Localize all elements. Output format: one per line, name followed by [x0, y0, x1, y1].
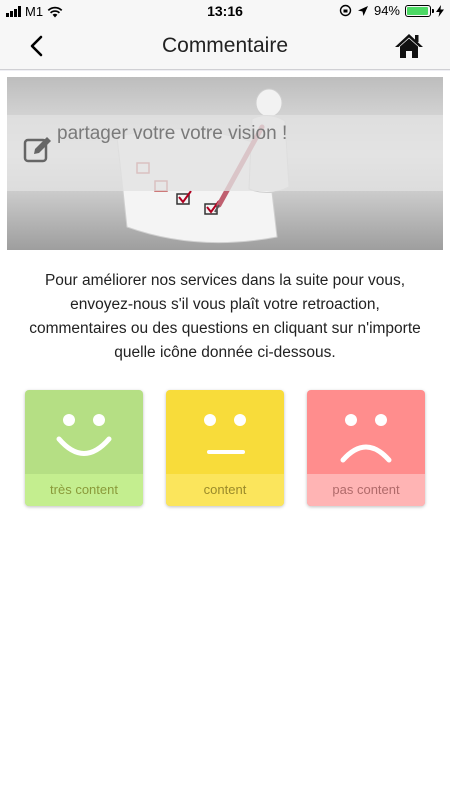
not-happy-label: pas content — [307, 474, 425, 506]
happy-label: content — [166, 474, 284, 506]
location-arrow-icon — [357, 5, 368, 16]
hero-banner: partager votre votre vision ! — [7, 77, 443, 250]
battery-percent: 94% — [373, 3, 400, 18]
happy-face-icon — [56, 414, 112, 456]
status-bar: M1 13:16 94% — [0, 0, 450, 22]
edit-icon — [23, 137, 51, 163]
home-button[interactable] — [394, 32, 424, 60]
rotation-lock-icon — [339, 4, 352, 17]
neutral-face-icon — [204, 414, 246, 454]
intro-text: Pour améliorer nos services dans la suit… — [29, 272, 421, 361]
very-happy-label: très content — [25, 474, 143, 506]
sad-face-icon — [340, 414, 392, 463]
charging-bolt-icon — [436, 4, 444, 17]
status-right: 94% — [339, 3, 444, 18]
page-title: Commentaire — [161, 34, 289, 57]
home-icon — [395, 34, 423, 58]
navigation-bar: Commentaire — [0, 22, 450, 70]
not-happy-button[interactable]: pas content — [307, 390, 425, 506]
content-area: partager votre votre vision ! Pour améli… — [0, 71, 450, 800]
hero-text: partager votre votre vision ! — [57, 123, 288, 144]
very-happy-button[interactable]: très content — [25, 390, 143, 506]
battery-icon — [405, 4, 434, 17]
happy-button[interactable]: content — [166, 390, 284, 506]
